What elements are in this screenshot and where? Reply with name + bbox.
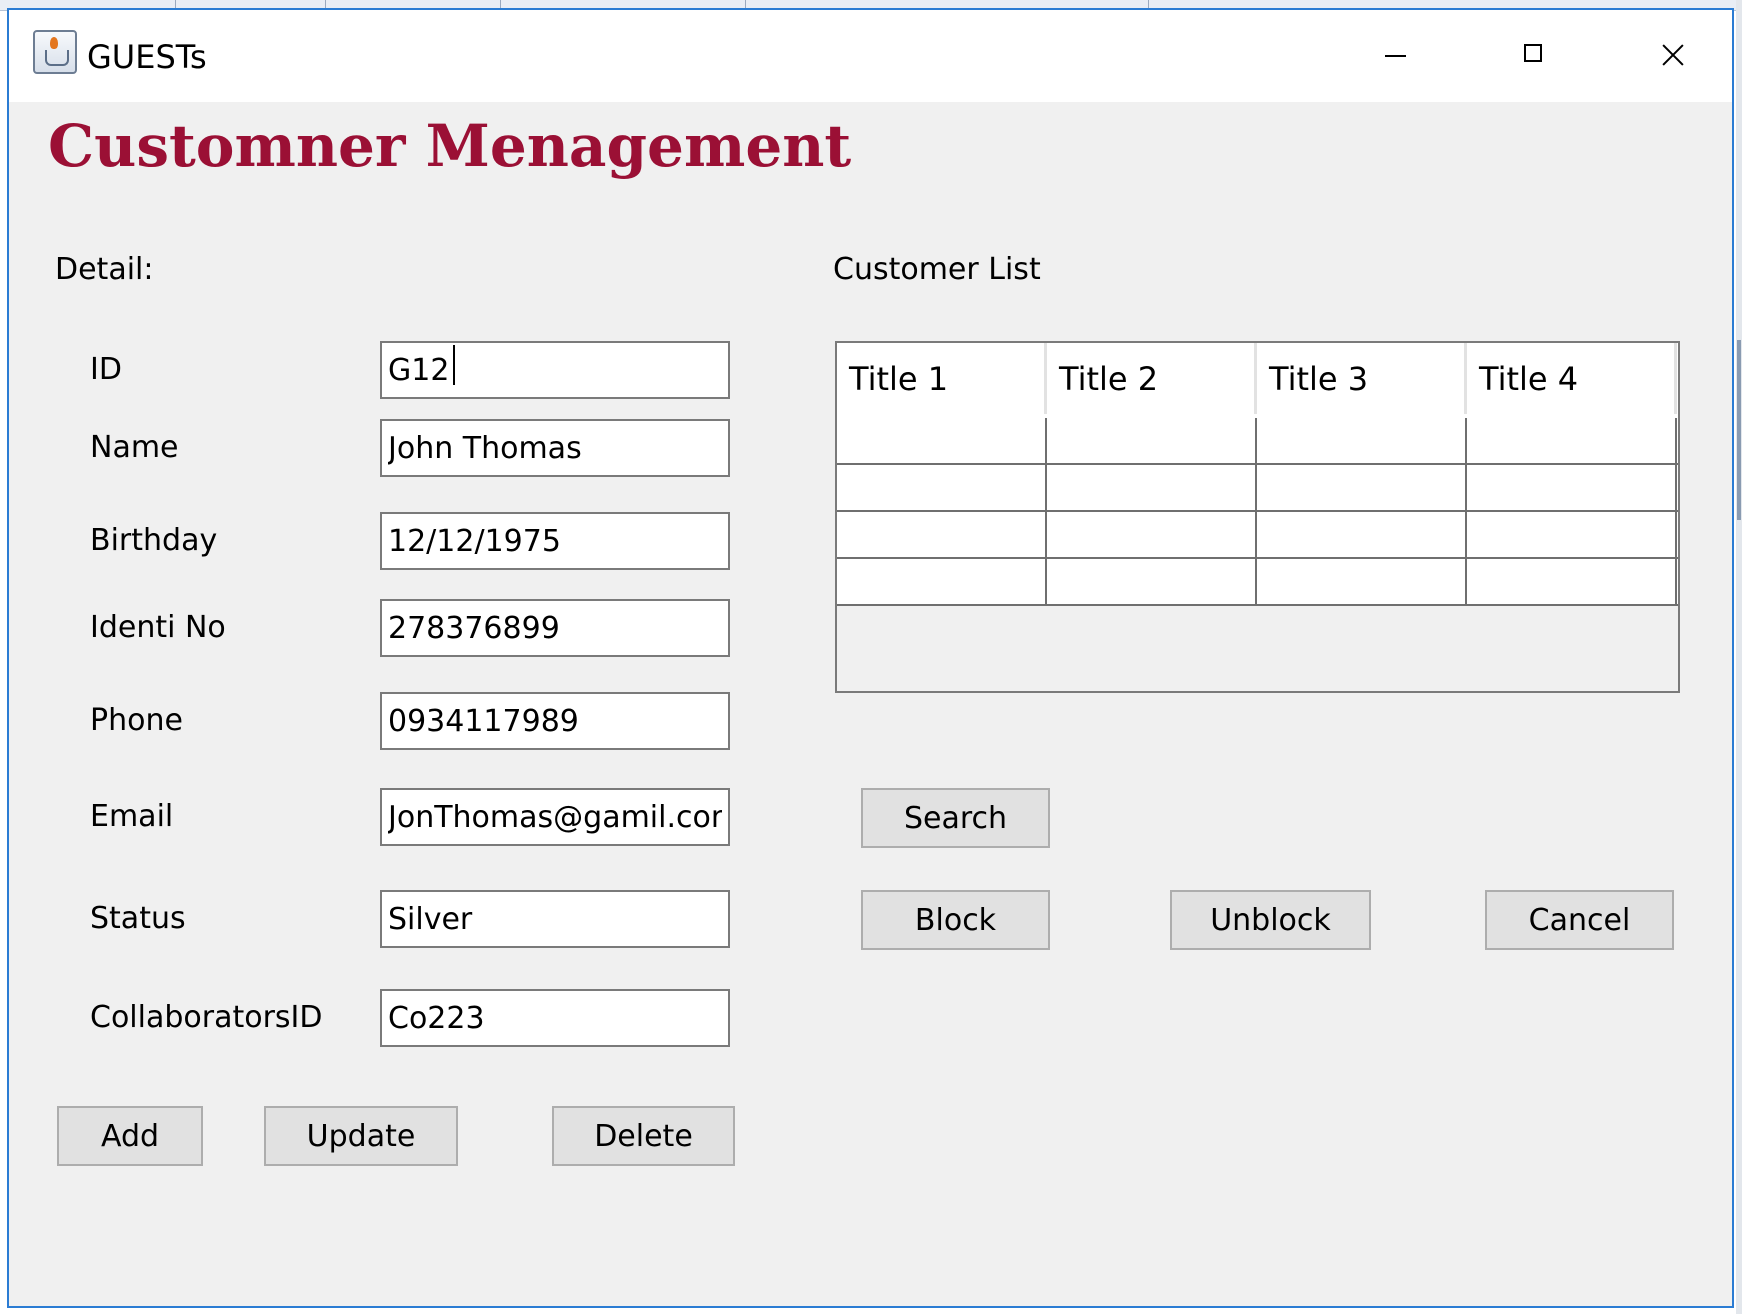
- table-cell[interactable]: [1467, 559, 1677, 604]
- column-header-title-4[interactable]: Title 4: [1467, 343, 1677, 414]
- email-field[interactable]: [380, 788, 730, 846]
- table-cell[interactable]: [1047, 559, 1257, 604]
- page-title: Customner Menagement: [48, 112, 852, 180]
- name-field[interactable]: [380, 419, 730, 477]
- table-cell[interactable]: [837, 512, 1047, 557]
- close-button[interactable]: [1642, 28, 1702, 78]
- customer-list-label: Customer List: [833, 252, 1041, 287]
- table-row[interactable]: [837, 559, 1678, 606]
- table-body: [837, 418, 1678, 606]
- table-cell[interactable]: [1047, 465, 1257, 510]
- column-header-title-3[interactable]: Title 3: [1257, 343, 1467, 414]
- table-cell[interactable]: [837, 418, 1047, 463]
- java-app-icon: [33, 30, 77, 74]
- table-row[interactable]: [837, 465, 1678, 512]
- birthday-label: Birthday: [90, 523, 218, 558]
- column-header-title-1[interactable]: Title 1: [837, 343, 1047, 414]
- birthday-field[interactable]: [380, 512, 730, 570]
- table-cell[interactable]: [837, 465, 1047, 510]
- text-caret: [453, 345, 455, 385]
- status-label: Status: [90, 901, 186, 936]
- delete-button[interactable]: Delete: [552, 1106, 735, 1166]
- table-cell[interactable]: [1467, 418, 1677, 463]
- id-field[interactable]: [380, 341, 730, 399]
- id-label: ID: [90, 352, 122, 387]
- phone-label: Phone: [90, 703, 183, 738]
- detail-label: Detail:: [55, 252, 154, 287]
- table-cell[interactable]: [1257, 559, 1467, 604]
- email-label: Email: [90, 799, 174, 834]
- window-title: GUESTs: [87, 38, 207, 76]
- block-button[interactable]: Block: [861, 890, 1050, 950]
- minimize-button[interactable]: [1365, 28, 1425, 78]
- table-cell[interactable]: [1467, 465, 1677, 510]
- column-header-title-2[interactable]: Title 2: [1047, 343, 1257, 414]
- minimize-icon: [1385, 55, 1406, 57]
- update-button[interactable]: Update: [264, 1106, 458, 1166]
- table-cell[interactable]: [1047, 418, 1257, 463]
- background-window-edge: [1736, 0, 1742, 1314]
- table-cell[interactable]: [1047, 512, 1257, 557]
- add-button[interactable]: Add: [57, 1106, 203, 1166]
- table-cell[interactable]: [1257, 418, 1467, 463]
- customer-table[interactable]: Title 1 Title 2 Title 3 Title 4: [835, 341, 1680, 693]
- name-label: Name: [90, 430, 179, 465]
- identi-no-field[interactable]: [380, 599, 730, 657]
- window-right-edge: [1737, 340, 1741, 520]
- table-row[interactable]: [837, 418, 1678, 465]
- table-header: Title 1 Title 2 Title 3 Title 4: [837, 343, 1678, 418]
- status-field[interactable]: [380, 890, 730, 948]
- table-cell[interactable]: [1257, 512, 1467, 557]
- table-cell[interactable]: [837, 559, 1047, 604]
- table-cell[interactable]: [1257, 465, 1467, 510]
- title-bar[interactable]: GUESTs: [9, 10, 1732, 102]
- table-cell[interactable]: [1467, 512, 1677, 557]
- collaborators-id-field[interactable]: [380, 989, 730, 1047]
- phone-field[interactable]: [380, 692, 730, 750]
- cancel-button[interactable]: Cancel: [1485, 890, 1674, 950]
- unblock-button[interactable]: Unblock: [1170, 890, 1371, 950]
- table-row[interactable]: [837, 512, 1678, 559]
- search-button[interactable]: Search: [861, 788, 1050, 848]
- collaborators-id-label: CollaboratorsID: [90, 1000, 323, 1035]
- maximize-button[interactable]: [1504, 28, 1564, 78]
- identi-no-label: Identi No: [90, 610, 226, 645]
- maximize-icon: [1524, 44, 1542, 62]
